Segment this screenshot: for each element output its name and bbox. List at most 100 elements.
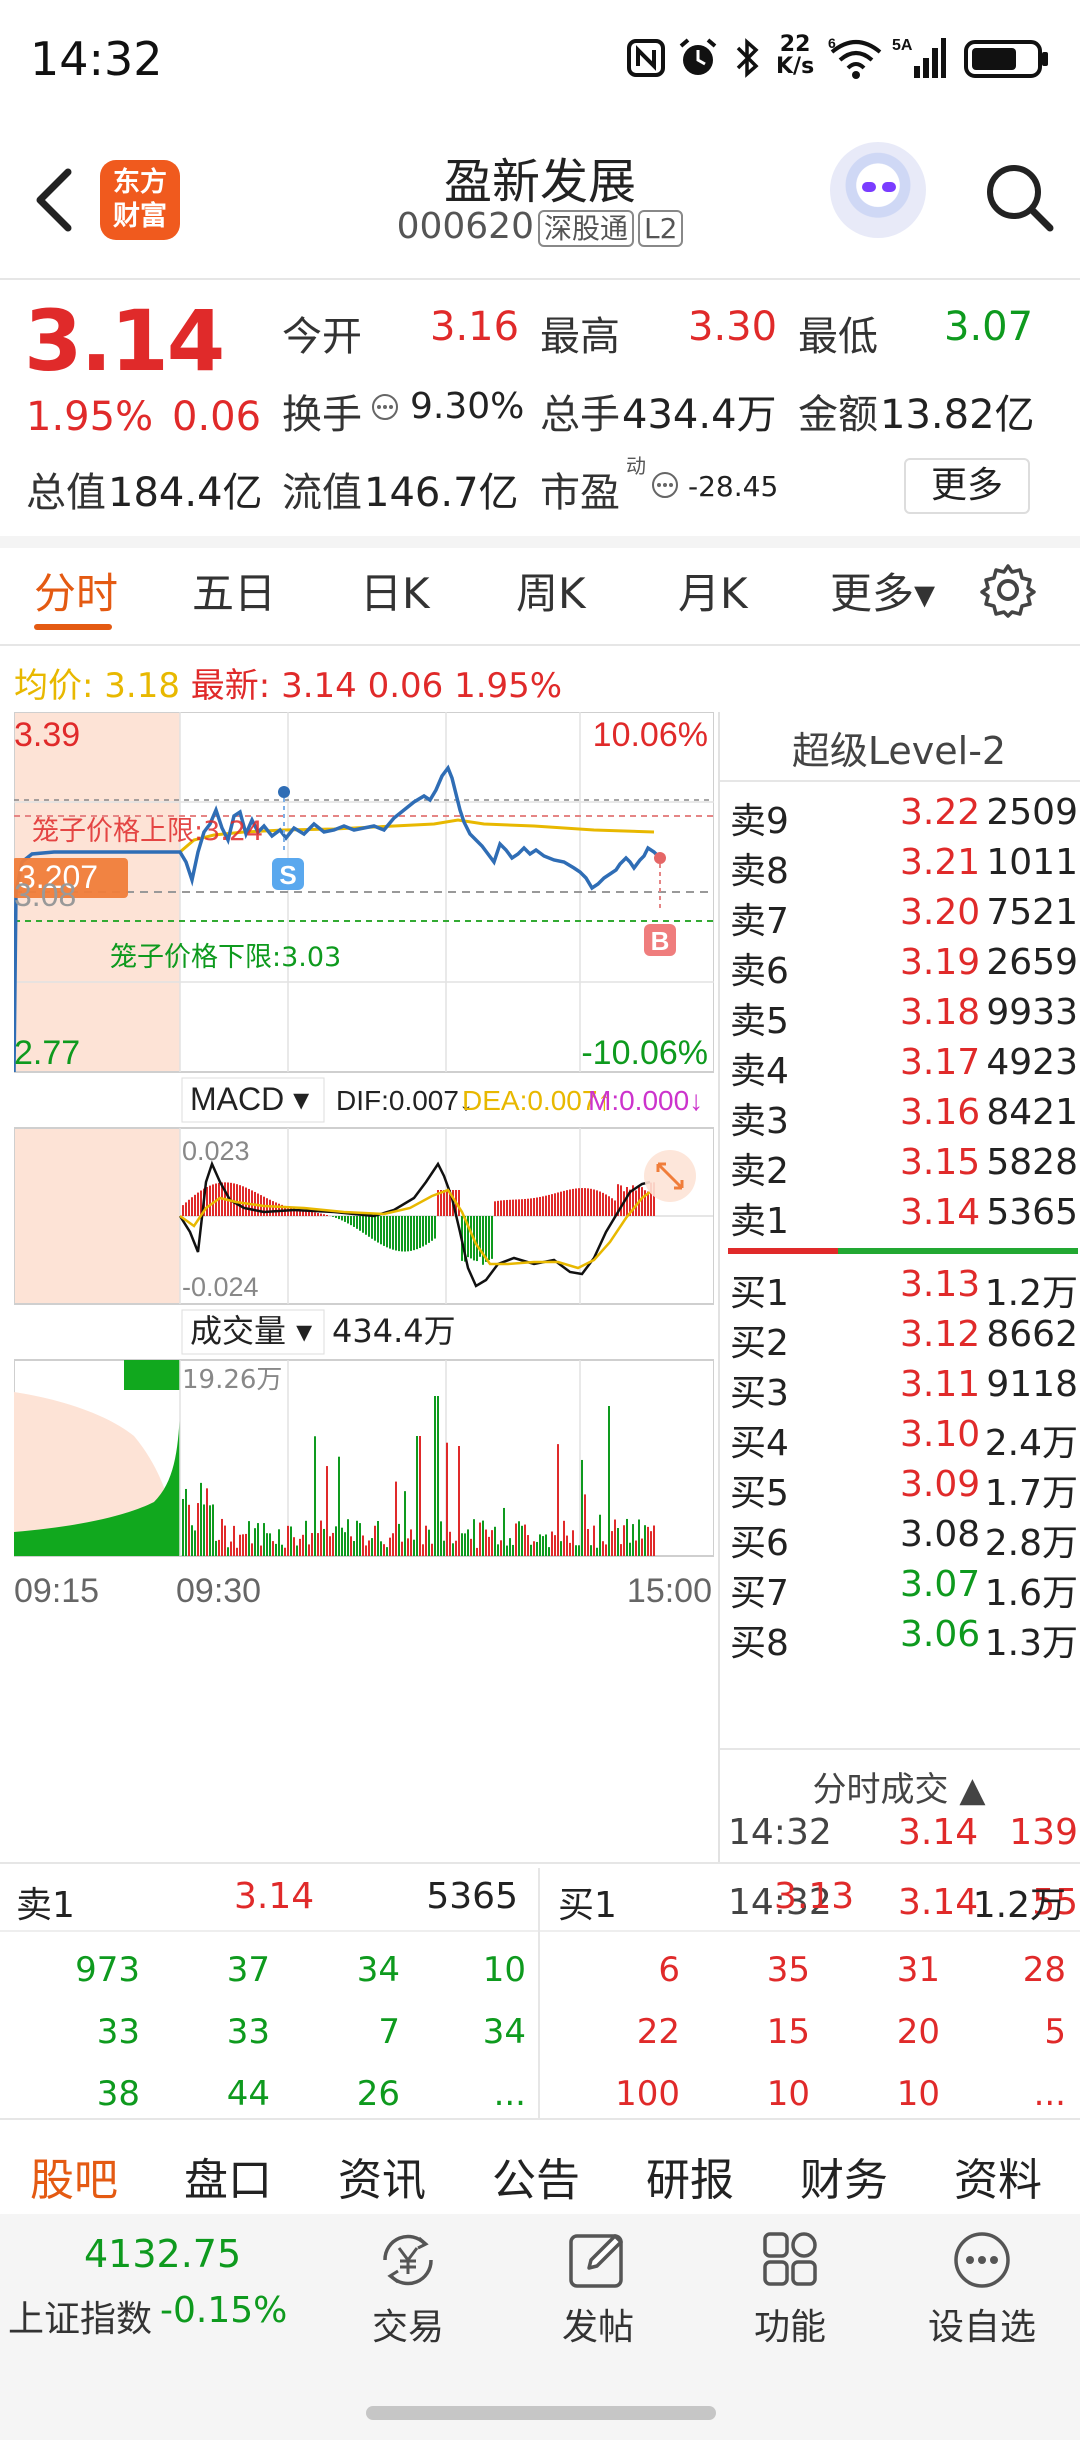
btab-news[interactable]: 资讯 xyxy=(338,2144,426,2208)
volume-bar xyxy=(410,1529,412,1556)
volume-bar xyxy=(341,1527,343,1556)
sell-queue-cell: 973 xyxy=(75,1950,140,1990)
info-dots-icon[interactable] xyxy=(650,470,680,500)
volume-bar xyxy=(584,1494,586,1556)
volume-bar xyxy=(347,1519,349,1556)
ask-row[interactable]: 卖6 3.19 2659 xyxy=(730,942,1078,992)
tab-monthly-k[interactable]: 月K xyxy=(678,560,748,621)
btab-announcements[interactable]: 公告 xyxy=(492,2144,580,2208)
ask-row[interactable]: 卖7 3.20 7521 xyxy=(730,892,1078,942)
macd-bar xyxy=(191,1197,193,1216)
bid-row[interactable]: 买3 3.11 9118 xyxy=(730,1364,1078,1414)
volume-bar xyxy=(482,1520,484,1556)
macd-bar xyxy=(308,1211,310,1216)
post-button[interactable]: 发帖 xyxy=(528,2228,668,2348)
bid-row[interactable]: 买6 3.08 2.8万 xyxy=(730,1514,1078,1564)
volume-bar xyxy=(308,1544,310,1556)
stock-header: 东方 财富 盈新发展 000620 深股通 L2 xyxy=(0,120,1080,280)
tab-five-day[interactable]: 五日 xyxy=(192,560,276,621)
volume-bar xyxy=(467,1529,469,1556)
cellular-signal-icon: 5A xyxy=(892,37,946,78)
volume-bar xyxy=(368,1540,370,1556)
btab-guba[interactable]: 股吧 xyxy=(30,2144,118,2208)
bid-row[interactable]: 买5 3.09 1.7万 xyxy=(730,1464,1078,1514)
divider xyxy=(0,278,1080,280)
volume-bar xyxy=(233,1525,235,1556)
macd-bar xyxy=(599,1191,601,1216)
macd-bar xyxy=(527,1198,529,1216)
logo-line-1: 东方 xyxy=(113,167,167,198)
btab-finance[interactable]: 财务 xyxy=(800,2144,888,2208)
bid-volume: 9118 xyxy=(986,1364,1078,1405)
macd-bar xyxy=(383,1216,385,1246)
volume-bar xyxy=(443,1540,445,1556)
trade-button[interactable]: 交易 xyxy=(338,2228,478,2348)
macd-bar xyxy=(380,1216,382,1245)
bid-row[interactable]: 买2 3.12 8662 xyxy=(730,1314,1078,1364)
macd-bar xyxy=(398,1216,400,1252)
tab-intraday[interactable]: 分时 xyxy=(34,560,118,621)
high-label: 最高 xyxy=(540,314,620,360)
level2-title[interactable]: 超级Level-2 xyxy=(718,720,1080,775)
volume-bar xyxy=(524,1524,526,1556)
back-icon[interactable] xyxy=(24,160,84,240)
ask-row[interactable]: 卖8 3.21 1011 xyxy=(730,842,1078,892)
macd-bar xyxy=(209,1185,211,1216)
btab-profile[interactable]: 资料 xyxy=(954,2144,1042,2208)
more-button[interactable]: 更多 xyxy=(904,458,1030,514)
intraday-chart[interactable]: S B 3.39 10.06% 3.207 笼子价格上限:3.24 3.08 笼… xyxy=(14,712,714,1772)
volume-bar xyxy=(398,1523,400,1556)
btab-pankou[interactable]: 盘口 xyxy=(184,2144,272,2208)
macd-bar xyxy=(374,1216,376,1241)
l1-sell-price: 3.14 xyxy=(234,1876,315,1917)
volume-bar xyxy=(296,1545,298,1556)
sell-queue-cell: 26 xyxy=(356,2074,400,2114)
bid-row[interactable]: 买8 3.06 1.3万 xyxy=(730,1614,1078,1664)
btab-research[interactable]: 研报 xyxy=(646,2144,734,2208)
tick-trades-title[interactable]: 分时成交 ▲ xyxy=(718,1762,1080,1811)
search-icon[interactable] xyxy=(980,158,1060,238)
ask-row[interactable]: 卖2 3.15 5828 xyxy=(730,1142,1078,1192)
tab-weekly-k[interactable]: 周K xyxy=(516,560,586,621)
bid-ask-ratio-bar xyxy=(728,1248,1078,1254)
volume-bar xyxy=(248,1521,250,1556)
ask-level-label: 卖5 xyxy=(730,1001,789,1042)
volume-bar xyxy=(596,1547,598,1556)
ask-row[interactable]: 卖9 3.22 2509 xyxy=(730,792,1078,842)
info-dots-icon[interactable] xyxy=(370,392,400,422)
assistant-avatar[interactable] xyxy=(830,142,926,238)
bid-row[interactable]: 买4 3.10 2.4万 xyxy=(730,1414,1078,1464)
macd-bar xyxy=(347,1216,349,1224)
home-indicator[interactable] xyxy=(366,2406,716,2420)
settings-gear-icon[interactable] xyxy=(980,562,1036,618)
tab-more[interactable]: 更多▾ xyxy=(830,560,935,621)
volume-bar xyxy=(599,1514,601,1556)
l1-buy-vol: 1.2万 xyxy=(972,1885,1066,1926)
volume-bar xyxy=(620,1544,622,1556)
macd-bar xyxy=(419,1216,421,1248)
macd-bar xyxy=(434,1216,436,1239)
volume-bar xyxy=(575,1545,577,1556)
macd-axis-bottom: -0.024 xyxy=(182,1272,259,1302)
bid-row[interactable]: 买1 3.13 1.2万 xyxy=(730,1264,1078,1314)
macd-bar xyxy=(560,1191,562,1216)
macd-bar xyxy=(317,1212,319,1216)
bid-row[interactable]: 买7 3.07 1.6万 xyxy=(730,1564,1078,1614)
volume-bar xyxy=(323,1528,325,1556)
tick-volume: 139 xyxy=(1009,1812,1078,1853)
sell-queue-cell: 7 xyxy=(378,2012,400,2052)
ask-row[interactable]: 卖3 3.16 8421 xyxy=(730,1092,1078,1142)
nfc-icon xyxy=(627,39,665,77)
functions-button[interactable]: 功能 xyxy=(720,2228,860,2348)
ask-row[interactable]: 卖1 3.14 5365 xyxy=(730,1192,1078,1242)
ask-row[interactable]: 卖4 3.17 4923 xyxy=(730,1042,1078,1092)
volume-bar xyxy=(431,1543,433,1556)
ask-row[interactable]: 卖5 3.18 9933 xyxy=(730,992,1078,1042)
tab-daily-k[interactable]: 日K xyxy=(360,560,430,621)
macd-bar xyxy=(605,1194,607,1216)
volume-bar xyxy=(419,1436,421,1556)
macd-bar xyxy=(551,1194,553,1216)
volume-bar xyxy=(416,1436,418,1556)
macd-axis-top: 0.023 xyxy=(182,1136,250,1166)
add-watchlist-button[interactable]: 设自选 xyxy=(912,2228,1052,2348)
